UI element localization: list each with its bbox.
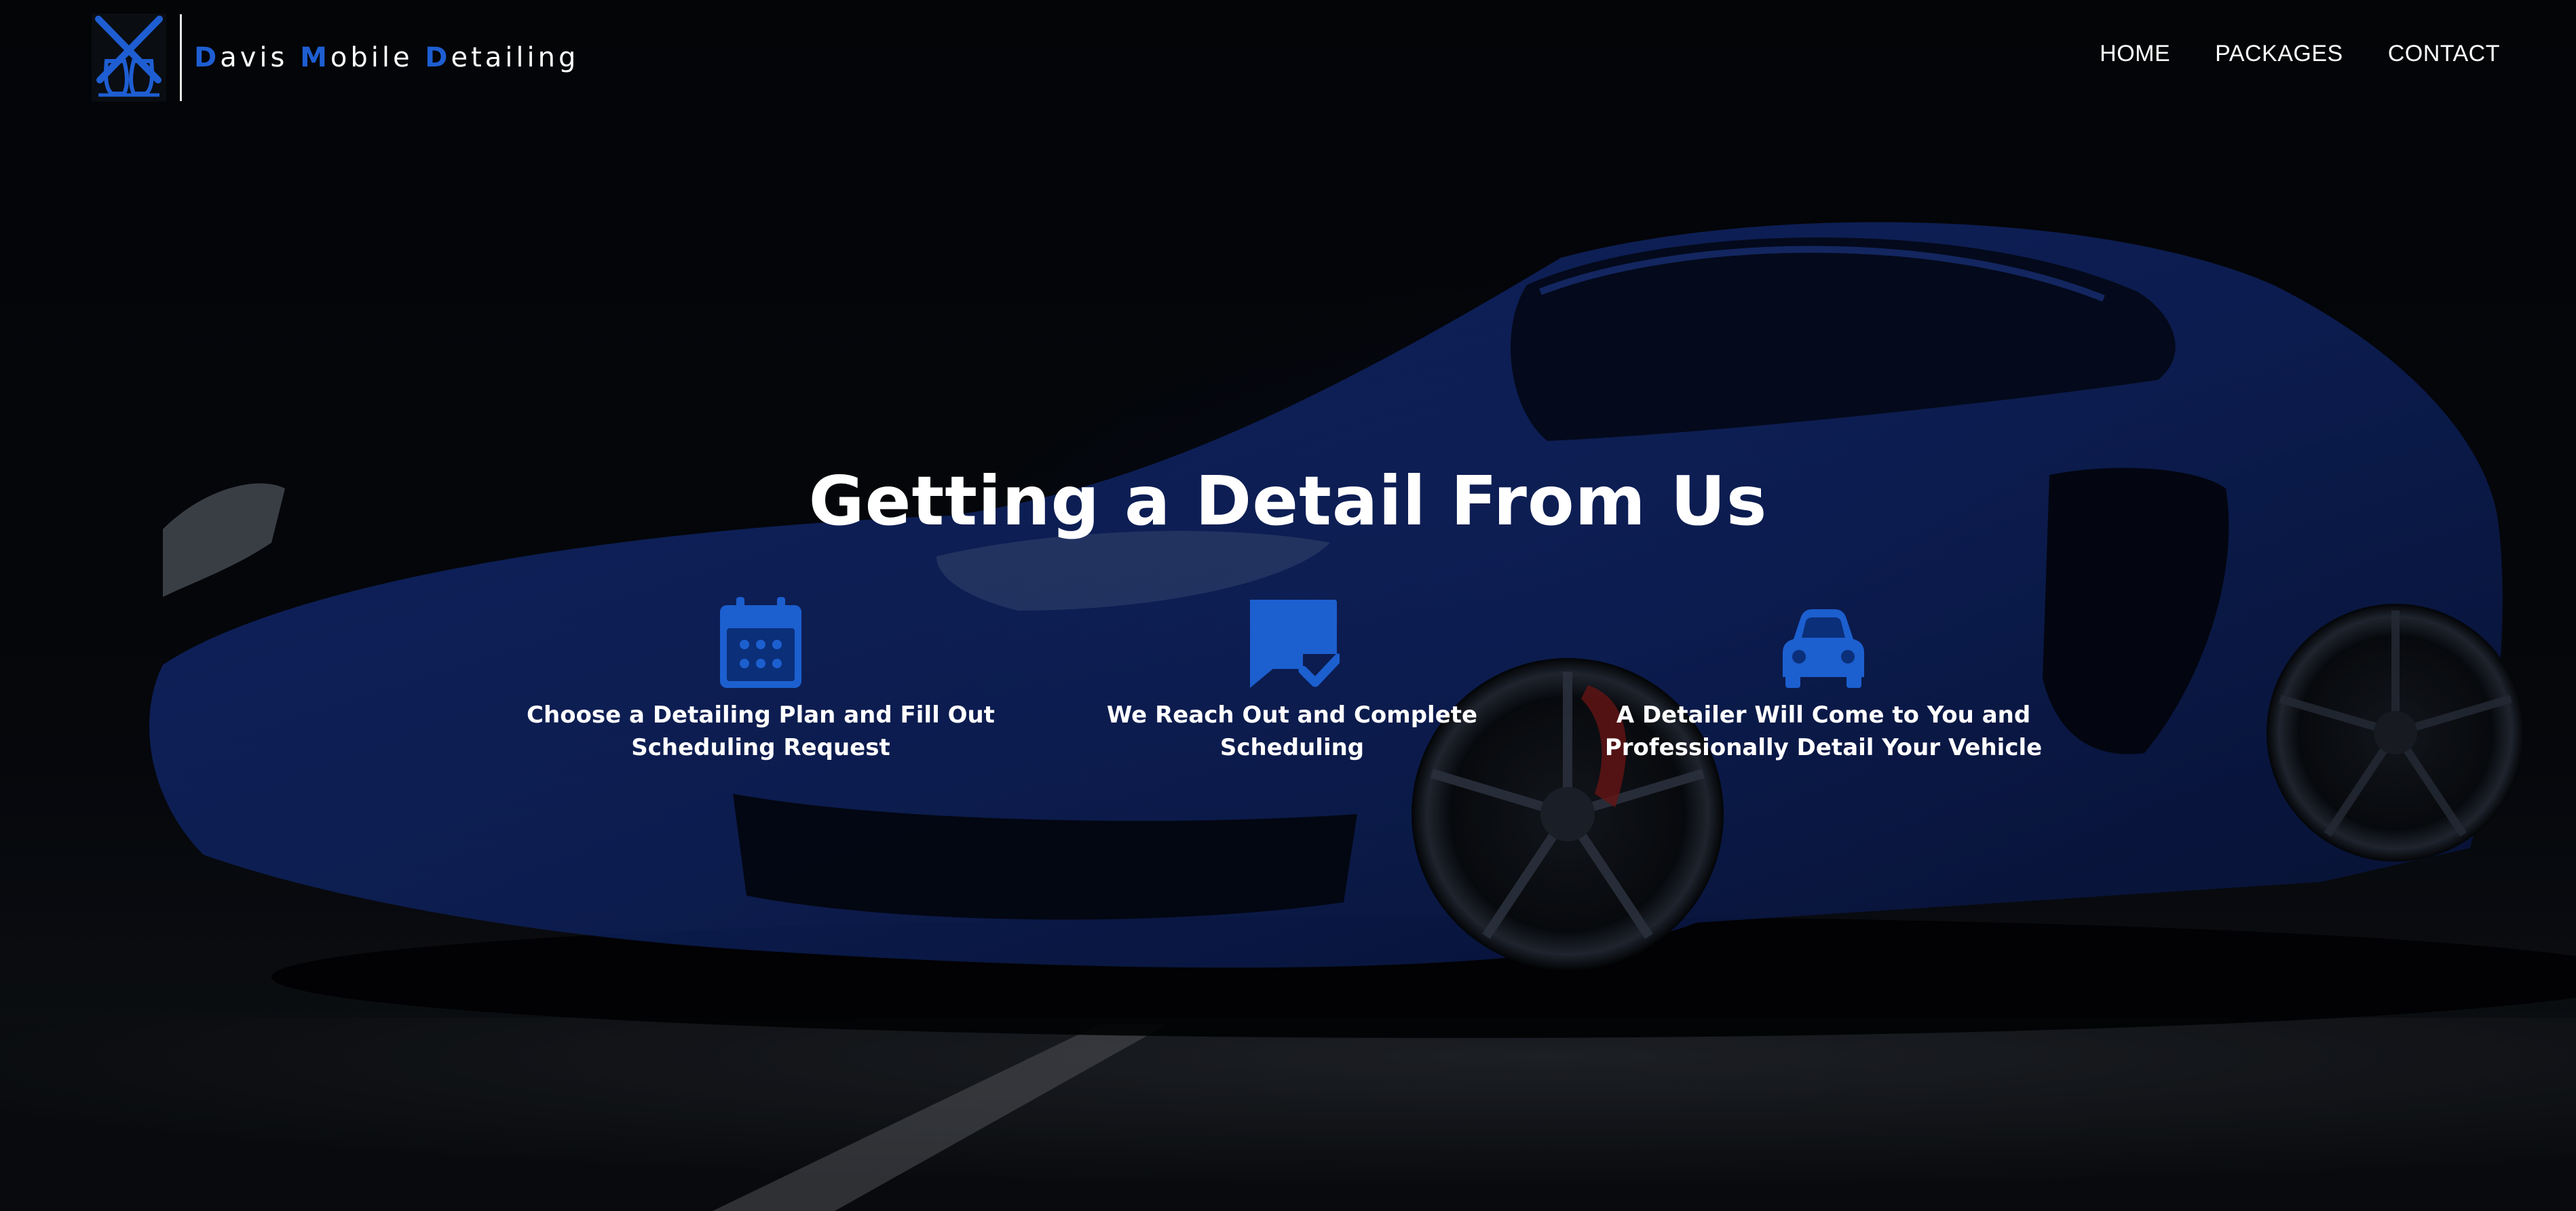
car-icon <box>1783 609 1864 688</box>
brand-word-etailing: etailing <box>451 42 580 73</box>
brand-initial-d2: D <box>425 42 451 73</box>
page: Davis Mobile Detailing HOME PACKAGES CON… <box>0 0 2576 1211</box>
main-nav: HOME PACKAGES CONTACT <box>2100 41 2500 67</box>
step-detailer-visit: A Detailer Will Come to You and Professi… <box>1566 597 2081 764</box>
calendar-icon <box>720 597 801 688</box>
brand-word-obile: obile <box>330 42 425 73</box>
brand-initial-m: M <box>300 42 330 73</box>
brand-logo-link[interactable]: Davis Mobile Detailing <box>92 14 579 102</box>
nav-home-link[interactable]: HOME <box>2100 41 2170 67</box>
step-schedule: We Reach Out and Complete Scheduling <box>1034 597 1550 764</box>
message-check-icon <box>1250 600 1340 688</box>
section-title: Getting a Detail From Us <box>808 461 1768 541</box>
nav-packages-link[interactable]: PACKAGES <box>2215 41 2343 67</box>
step-schedule-label: We Reach Out and Complete Scheduling <box>1106 701 1478 761</box>
brand-initial-d: D <box>194 42 221 73</box>
brand-name: Davis Mobile Detailing <box>194 42 579 73</box>
step-choose-plan-label: Choose a Detailing Plan and Fill Out Sch… <box>527 701 995 761</box>
crossed-spray-bottles-logo-icon <box>92 14 166 102</box>
step-choose-plan: Choose a Detailing Plan and Fill Out Sch… <box>503 597 1019 764</box>
step-detailer-visit-label: A Detailer Will Come to You and Professi… <box>1604 701 2043 761</box>
logo-divider <box>180 14 182 101</box>
site-header: Davis Mobile Detailing HOME PACKAGES CON… <box>0 0 2576 122</box>
brand-word-avis: avis <box>220 42 301 73</box>
nav-contact-link[interactable]: CONTACT <box>2388 41 2500 67</box>
